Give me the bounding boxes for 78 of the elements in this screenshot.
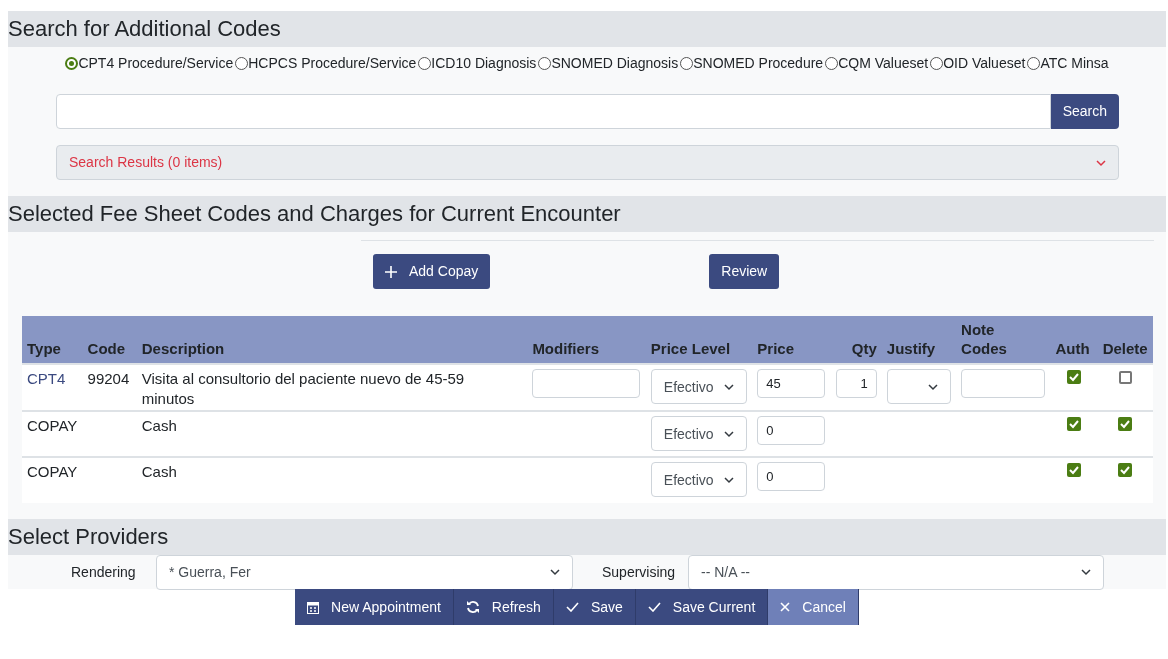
chevron-down-icon [723, 474, 734, 485]
section-title: Search for Additional Codes [8, 18, 281, 40]
table-cell: COPAY [27, 463, 78, 480]
radio-button[interactable] [680, 57, 694, 70]
price-level-dropdown[interactable]: Efectivo [650, 416, 747, 451]
radio-button[interactable] [235, 57, 249, 70]
check-icon [565, 602, 579, 612]
check-icon [647, 602, 661, 612]
checkbox[interactable] [1118, 463, 1133, 477]
column-header: Delete [1102, 339, 1148, 358]
section-title: Select Providers [8, 526, 169, 548]
search-button[interactable]: Search [1050, 94, 1119, 129]
radio-button[interactable] [418, 57, 432, 70]
refresh-icon [465, 600, 480, 614]
checkbox[interactable] [1118, 417, 1133, 431]
column-header: Description [141, 339, 225, 358]
radio-label[interactable]: ICD10 Diagnosis [431, 53, 537, 74]
new-appointment-button[interactable]: New Appointment [295, 589, 454, 625]
radio-label[interactable]: OID Valueset [943, 53, 1026, 74]
checkbox[interactable] [1067, 463, 1082, 477]
radio-label[interactable]: CQM Valueset [838, 53, 929, 74]
save-button[interactable]: Save [553, 589, 636, 625]
radio-label[interactable]: CPT4 Procedure/Service [78, 53, 234, 74]
radio-button[interactable] [65, 57, 79, 70]
radio-button[interactable] [930, 57, 944, 70]
chevron-down-icon [550, 567, 560, 577]
radio-label[interactable]: HCPCS Procedure/Service [248, 53, 417, 74]
checkbox[interactable] [1067, 370, 1082, 384]
chevron-down-icon [1096, 157, 1106, 168]
radio-button[interactable] [825, 57, 839, 70]
column-header: Auth [1055, 339, 1090, 358]
table-cell: Cash [141, 416, 177, 436]
column-header: Note Codes [961, 320, 1008, 358]
table-cell: 99204 [87, 370, 130, 387]
radio-button[interactable] [1027, 57, 1041, 70]
modifiers-field[interactable] [532, 369, 641, 398]
table-cell: COPAY [27, 417, 78, 434]
radio-label[interactable]: ATC Minsa [1040, 53, 1109, 74]
search-results-dropdown[interactable]: Search Results (0 items) [56, 145, 1119, 180]
radio-label[interactable]: SNOMED Diagnosis [551, 53, 679, 74]
section-title: Selected Fee Sheet Codes and Charges for Current Encounter [8, 203, 621, 225]
column-header: Type [27, 339, 61, 358]
table-cell-text: Visita al consultorio del paciente nuevo de 45-59 minutos [141, 369, 466, 409]
add-copay-button[interactable]: Add Copay [373, 254, 491, 289]
chevron-down-icon [927, 381, 938, 392]
price-field[interactable]: 45 [757, 369, 826, 398]
column-header: Justify [886, 339, 936, 358]
code-type-link[interactable]: CPT4 [27, 370, 66, 387]
column-header: Qty [851, 339, 877, 358]
chevron-down-icon [1081, 567, 1091, 577]
refresh-button[interactable]: Refresh [453, 589, 554, 625]
radio-button[interactable] [538, 57, 552, 70]
table-cell: Cash [141, 462, 177, 482]
review-button[interactable]: Review [709, 254, 780, 289]
plus-icon [385, 265, 397, 278]
price-field[interactable]: 0 [757, 462, 826, 491]
field-label: Supervising [602, 562, 677, 582]
rendering-dropdown[interactable]: * Guerra, Fer [156, 554, 573, 590]
column-header: Price [757, 339, 794, 358]
field-label: Rendering [71, 562, 137, 582]
calendar-icon [307, 600, 320, 614]
cancel-button[interactable]: Cancel [768, 589, 859, 625]
price-level-dropdown[interactable]: Efectivo [650, 462, 747, 497]
price-level-dropdown[interactable]: Efectivo [650, 369, 747, 404]
column-header: Modifiers [532, 339, 600, 358]
radio-label[interactable]: SNOMED Procedure [693, 53, 824, 74]
column-header: Price Level [650, 339, 731, 358]
chevron-down-icon [723, 428, 734, 439]
save-button[interactable]: Save Current [635, 589, 769, 625]
checkbox[interactable] [1067, 417, 1082, 431]
price-field[interactable]: 0 [757, 416, 826, 445]
chevron-down-icon [723, 381, 734, 392]
note-codes-field[interactable] [961, 369, 1046, 398]
checkbox[interactable] [1118, 371, 1132, 384]
close-icon [780, 602, 791, 612]
column-header: Code [87, 339, 126, 358]
supervising-dropdown[interactable]: -- N/A -- [688, 554, 1104, 590]
qty-field[interactable]: 1 [835, 369, 877, 398]
